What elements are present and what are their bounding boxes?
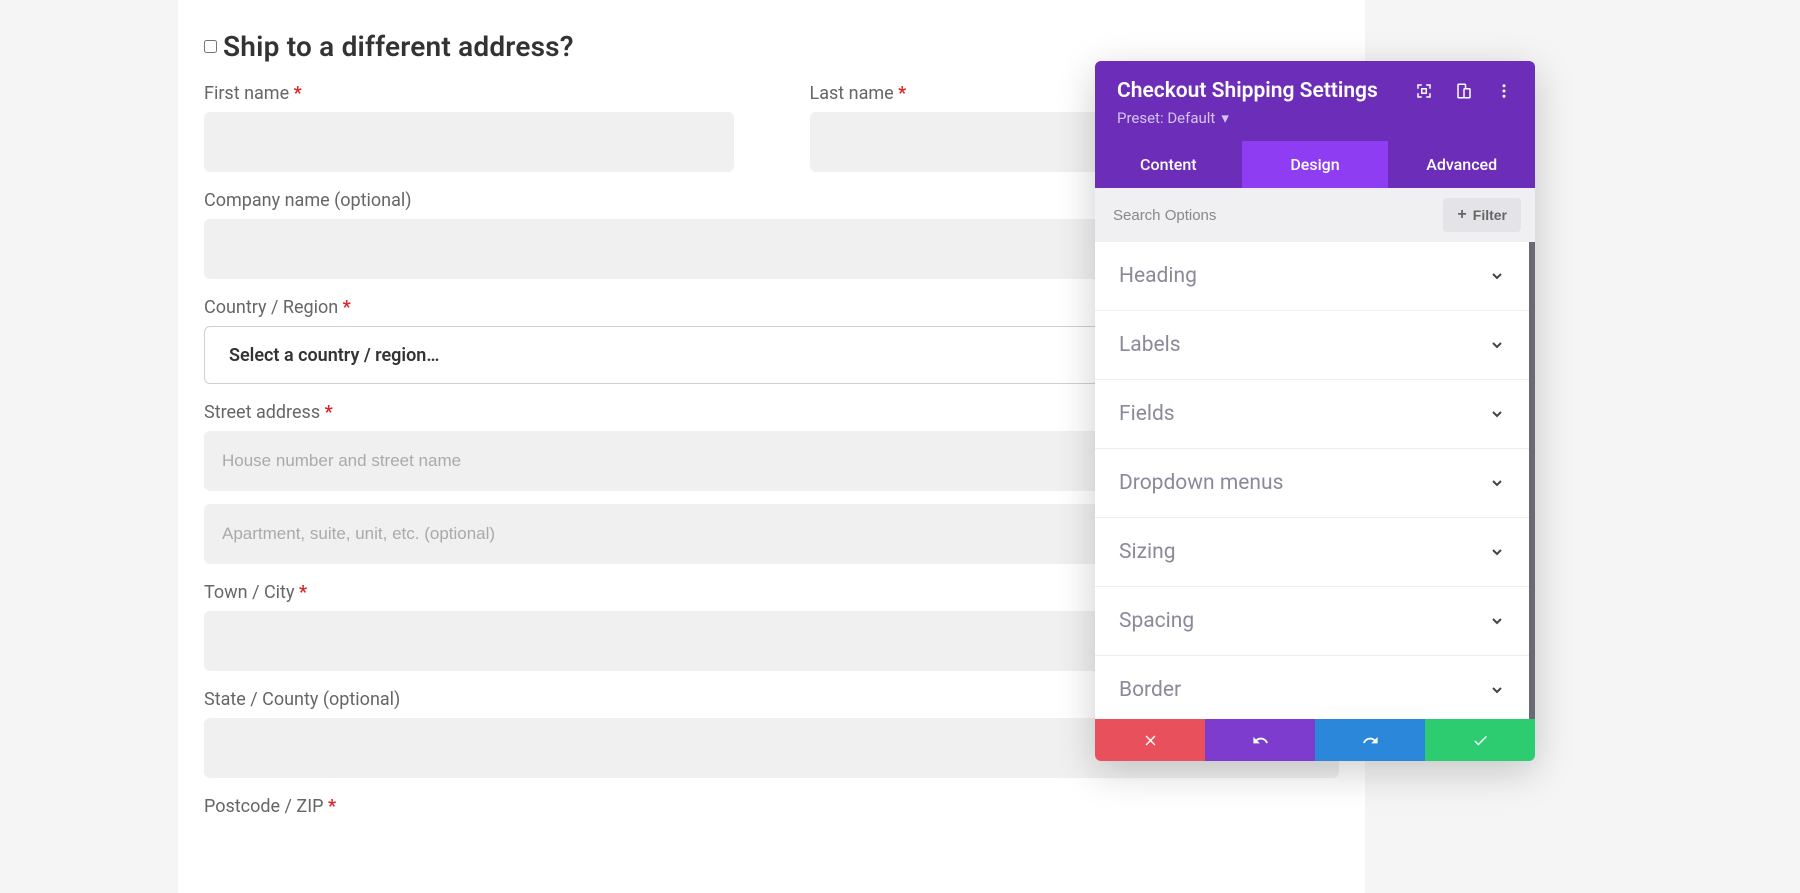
responsive-icon[interactable] xyxy=(1455,82,1473,100)
chevron-down-icon xyxy=(1489,406,1505,422)
section-sizing[interactable]: Sizing xyxy=(1095,518,1529,587)
chevron-down-icon xyxy=(1489,613,1505,629)
check-icon xyxy=(1472,732,1489,749)
section-dropdown[interactable]: Dropdown menus xyxy=(1095,449,1529,518)
filter-button[interactable]: + Filter xyxy=(1443,198,1521,232)
more-icon[interactable] xyxy=(1495,82,1513,100)
required-star: * xyxy=(294,83,302,104)
panel-tabs: Content Design Advanced xyxy=(1095,141,1535,188)
tab-design[interactable]: Design xyxy=(1242,141,1389,188)
section-border[interactable]: Border xyxy=(1095,656,1529,719)
search-row: + Filter xyxy=(1095,188,1535,242)
shipping-heading-row: Ship to a different address? xyxy=(204,30,1339,63)
search-input[interactable] xyxy=(1109,201,1443,230)
confirm-button[interactable] xyxy=(1425,719,1535,761)
redo-button[interactable] xyxy=(1315,719,1425,761)
panel-sections[interactable]: Heading Labels Fields Dropdown menus Siz… xyxy=(1095,242,1535,719)
section-spacing[interactable]: Spacing xyxy=(1095,587,1529,656)
postcode-label: Postcode / ZIP * xyxy=(204,796,1339,817)
tab-content[interactable]: Content xyxy=(1095,141,1242,188)
required-star: * xyxy=(328,796,336,817)
close-icon xyxy=(1142,732,1159,749)
first-name-field[interactable] xyxy=(204,112,734,172)
chevron-down-icon xyxy=(1489,544,1505,560)
required-star: * xyxy=(343,297,351,318)
undo-button[interactable] xyxy=(1205,719,1315,761)
preset-dropdown[interactable]: Preset: Default ▾ xyxy=(1117,109,1229,127)
cancel-button[interactable] xyxy=(1095,719,1205,761)
panel-title: Checkout Shipping Settings xyxy=(1117,79,1378,103)
chevron-down-icon xyxy=(1489,475,1505,491)
section-heading[interactable]: Heading xyxy=(1095,242,1529,311)
first-name-label: First name * xyxy=(204,83,734,104)
chevron-down-icon xyxy=(1489,337,1505,353)
panel-footer xyxy=(1095,719,1535,761)
section-labels[interactable]: Labels xyxy=(1095,311,1529,380)
chevron-down-icon xyxy=(1489,268,1505,284)
expand-icon[interactable] xyxy=(1415,82,1433,100)
caret-down-icon: ▾ xyxy=(1221,109,1229,127)
redo-icon xyxy=(1362,732,1379,749)
tab-advanced[interactable]: Advanced xyxy=(1388,141,1535,188)
ship-different-address-checkbox[interactable] xyxy=(204,40,217,53)
section-fields[interactable]: Fields xyxy=(1095,380,1529,449)
settings-panel: Checkout Shipping Settings Preset: Defau… xyxy=(1095,61,1535,761)
required-star: * xyxy=(299,582,307,603)
undo-icon xyxy=(1252,732,1269,749)
required-star: * xyxy=(898,83,906,104)
panel-header: Checkout Shipping Settings Preset: Defau… xyxy=(1095,61,1535,141)
plus-icon: + xyxy=(1457,206,1466,224)
shipping-heading: Ship to a different address? xyxy=(223,30,574,63)
chevron-down-icon xyxy=(1489,682,1505,698)
required-star: * xyxy=(325,402,333,423)
